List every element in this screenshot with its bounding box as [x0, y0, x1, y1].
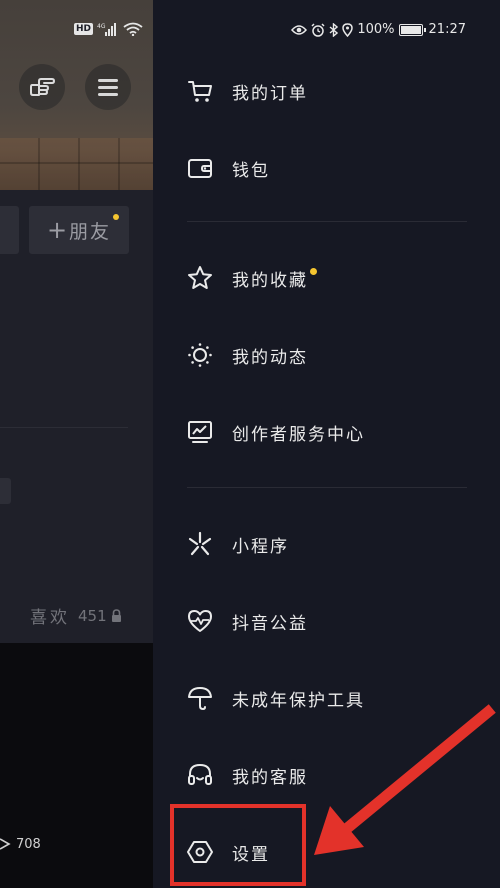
menu-button[interactable]	[85, 64, 131, 110]
menu-item-mini-programs[interactable]: 小程序	[187, 524, 289, 564]
clock-time: 21:27	[428, 22, 466, 37]
menu-item-label: 我的客服	[232, 767, 308, 788]
pointing-hand-icon	[30, 78, 55, 96]
menu-item-label: 未成年保护工具	[232, 690, 365, 711]
plus-icon: +	[46, 216, 68, 244]
menu-item-label: 小程序	[232, 536, 289, 557]
menu-item-minor-protection[interactable]: 未成年保护工具	[187, 678, 365, 718]
menu-item-label: 我的收藏	[232, 270, 308, 291]
hd-badge: HD	[74, 23, 94, 35]
menu-item-label: 钱包	[232, 160, 270, 181]
menu-item-label: 我的动态	[232, 347, 308, 368]
headset-icon	[187, 762, 213, 788]
cover-brick-texture	[0, 138, 153, 190]
menu-item-customer-service[interactable]: 我的客服	[187, 755, 308, 795]
menu-item-charity[interactable]: 抖音公益	[187, 601, 308, 641]
profile-tag-chip[interactable]	[0, 478, 11, 504]
view-count-text: 708	[16, 836, 41, 852]
battery-percent: 100%	[357, 22, 395, 37]
signal-icon: 4G	[97, 23, 117, 36]
settings-highlight-box	[170, 804, 306, 886]
profile-divider	[0, 427, 128, 428]
profile-page-background: HD 4G + 朋友 喜欢 451 708	[0, 0, 153, 888]
battery-icon	[398, 23, 426, 36]
location-icon	[342, 22, 354, 37]
side-drawer: 100% 21:27 我的订单 钱包 我的收藏 我的动态 创作者服务中心 小程序…	[153, 0, 500, 888]
mini-program-icon	[187, 531, 213, 557]
notification-dot	[310, 267, 317, 275]
umbrella-icon	[187, 685, 213, 711]
menu-item-favorites[interactable]: 我的收藏	[187, 258, 317, 298]
heart-pulse-icon	[187, 608, 213, 634]
section-divider	[187, 221, 467, 222]
lock-icon	[111, 609, 121, 622]
edit-profile-button[interactable]	[0, 206, 19, 254]
notification-dot	[113, 214, 119, 220]
star-icon	[187, 265, 213, 291]
cart-icon	[187, 78, 213, 104]
likes-tab[interactable]: 喜欢 451	[30, 603, 122, 628]
menu-item-label: 创作者服务中心	[232, 424, 365, 445]
play-icon	[0, 838, 11, 850]
sun-icon	[187, 342, 213, 368]
menu-item-my-activity[interactable]: 我的动态	[187, 335, 308, 375]
gesture-button[interactable]	[19, 64, 65, 110]
menu-item-my-orders[interactable]: 我的订单	[187, 71, 308, 111]
add-friend-button[interactable]: + 朋友	[29, 206, 129, 254]
bluetooth-icon	[329, 22, 339, 37]
section-divider	[187, 487, 467, 488]
wifi-icon	[123, 22, 143, 36]
likes-tab-label: 喜欢	[30, 608, 70, 628]
wallet-icon	[187, 155, 213, 181]
add-friend-label: 朋友	[69, 220, 112, 243]
menu-item-creator-center[interactable]: 创作者服务中心	[187, 412, 365, 452]
alarm-icon	[311, 22, 325, 37]
video-view-count: 708	[0, 836, 41, 852]
menu-item-wallet[interactable]: 钱包	[187, 148, 270, 188]
status-bar-right: 100% 21:27	[291, 22, 466, 37]
eye-icon	[291, 24, 308, 35]
menu-item-label: 抖音公益	[232, 613, 308, 634]
status-bar-left: HD 4G	[74, 22, 143, 36]
network-type-label: 4G	[97, 23, 106, 30]
menu-item-label: 我的订单	[232, 83, 308, 104]
likes-count: 451	[78, 606, 107, 625]
monitor-chart-icon	[187, 419, 213, 445]
